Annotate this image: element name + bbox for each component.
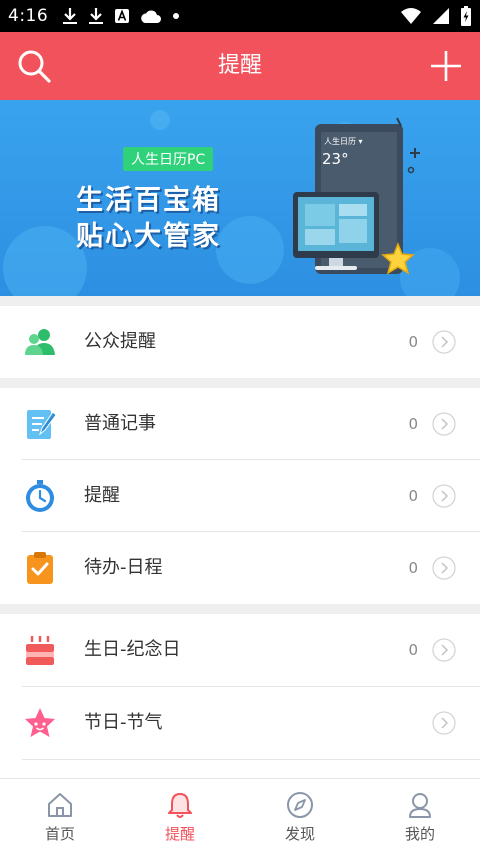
star-icon — [25, 708, 55, 737]
list-item-notes[interactable]: 普通记事 0 — [0, 388, 480, 460]
chevron-right-icon — [432, 556, 456, 580]
home-icon — [48, 793, 72, 817]
dot-icon — [173, 13, 180, 19]
compass-icon — [287, 792, 313, 818]
people-icon — [25, 329, 55, 355]
download-icon — [63, 8, 78, 24]
list-item-count: 0 — [408, 559, 418, 577]
cake-icon — [26, 636, 54, 665]
tab-label: 提醒 — [164, 825, 195, 843]
battery-icon — [461, 6, 471, 26]
chevron-right-icon — [432, 412, 456, 436]
chevron-right-icon — [432, 711, 456, 735]
tab-reminder[interactable]: 提醒 — [120, 779, 240, 855]
banner-screen-temperature: 23° — [322, 150, 349, 168]
tab-label: 首页 — [44, 825, 75, 843]
page-title: 提醒 — [217, 53, 262, 78]
tab-home[interactable]: 首页 — [0, 779, 120, 855]
chevron-right-icon — [432, 638, 456, 662]
stopwatch-icon — [26, 480, 54, 512]
list-item-count: 0 — [408, 333, 418, 351]
list-item-label: 普通记事 — [84, 413, 156, 434]
promo-banner[interactable]: 人生日历PC 生活百宝箱 贴心大管家 人生日历 ▾ 23° — [0, 100, 480, 296]
list-item-label: 生日-纪念日 — [84, 639, 181, 660]
list-item-festival[interactable]: 节日-节气 — [0, 687, 480, 759]
section-gap — [0, 296, 480, 306]
font-app-icon — [115, 9, 130, 23]
wifi-icon — [401, 8, 421, 24]
cloud-icon — [141, 10, 162, 23]
notepad-icon — [27, 410, 57, 439]
divider — [22, 759, 480, 760]
signal-icon — [433, 8, 449, 24]
chevron-right-icon — [432, 330, 456, 354]
list-item-count: 0 — [408, 641, 418, 659]
section-gap — [0, 604, 480, 614]
app-bar: 提醒 — [0, 32, 480, 100]
banner-screen-title: 人生日历 ▾ — [324, 137, 363, 146]
tab-label: 我的 — [404, 825, 435, 843]
add-icon[interactable] — [430, 48, 462, 84]
banner-headline-2: 贴心大管家 — [76, 221, 221, 252]
banner-tag: 人生日历PC — [123, 147, 214, 171]
list-item-todo[interactable]: 待办-日程 0 — [0, 532, 480, 604]
list-item-label: 提醒 — [84, 485, 120, 506]
status-bar: 4:16 — [0, 0, 480, 32]
tab-discover[interactable]: 发现 — [240, 779, 360, 855]
user-icon — [409, 793, 431, 818]
chevron-right-icon — [432, 484, 456, 508]
banner-headline-1: 生活百宝箱 — [76, 185, 221, 216]
bell-icon — [168, 793, 192, 818]
bottom-tab-bar: 首页 提醒 发现 我的 — [0, 778, 480, 855]
tab-label: 发现 — [284, 825, 315, 843]
list-item-label: 待办-日程 — [84, 557, 163, 578]
tab-mine[interactable]: 我的 — [360, 779, 480, 855]
section-gap — [0, 378, 480, 388]
list-item-reminder[interactable]: 提醒 0 — [0, 460, 480, 532]
list-item-birthday[interactable]: 生日-纪念日 0 — [0, 614, 480, 686]
status-time: 4:16 — [8, 6, 49, 26]
list-item-label: 节日-节气 — [84, 712, 163, 733]
download-icon — [89, 8, 104, 24]
todo-clipboard-icon — [27, 552, 53, 584]
list-item-label: 公众提醒 — [84, 331, 156, 352]
list-item-public-reminder[interactable]: 公众提醒 0 — [0, 306, 480, 378]
list-item-count: 0 — [408, 487, 418, 505]
list-item-count: 0 — [408, 415, 418, 433]
